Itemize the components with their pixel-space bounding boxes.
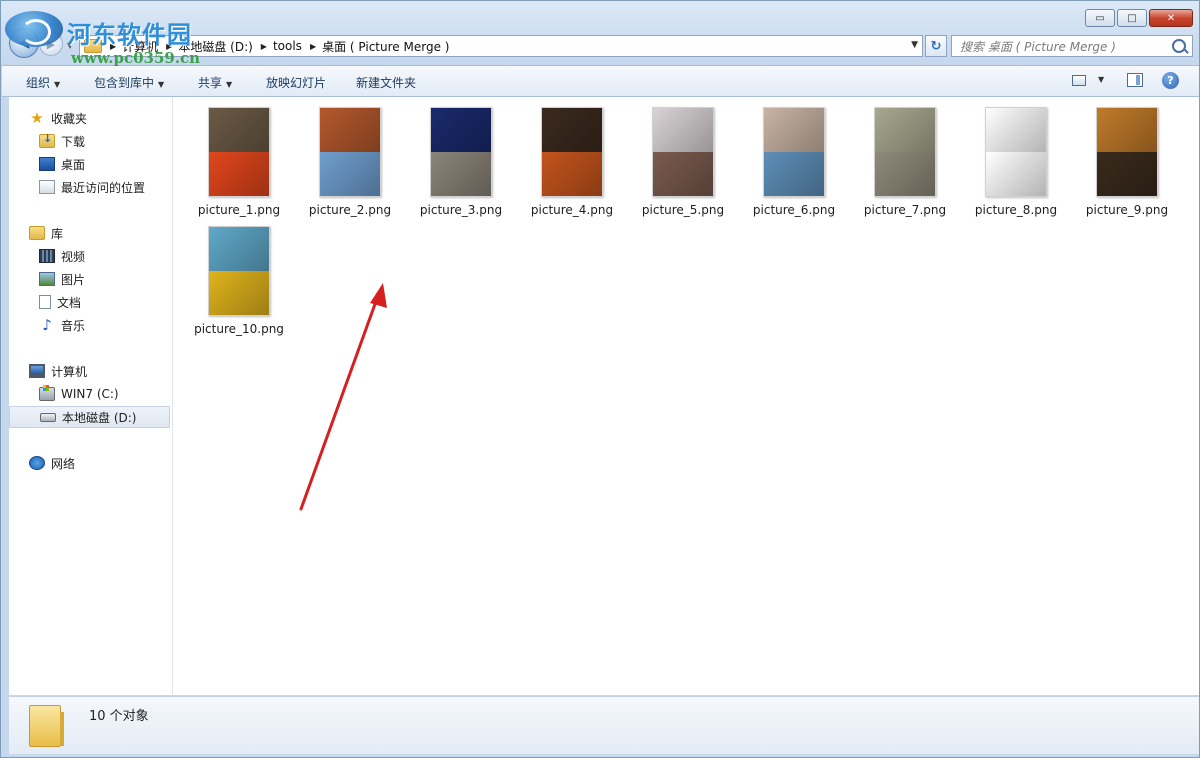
nav-pictures-label: 图片 <box>61 272 86 287</box>
nav-libraries-label: 库 <box>51 226 64 241</box>
computer-icon <box>29 364 45 378</box>
nav-drive-c-label: WIN7 (C:) <box>61 387 119 401</box>
logo-icon <box>5 11 63 47</box>
chevron-down-icon: ▼ <box>54 80 61 89</box>
maximize-button[interactable]: □ <box>1117 9 1147 27</box>
refresh-icon: ↻ <box>930 38 942 54</box>
navigation-pane: ★ 收藏夹 下载 桌面 最近访问的位置 库 视频 图片 文档 ♪ 音乐 计算机 WI… <box>9 97 173 695</box>
nav-desktop-label: 桌面 <box>61 157 86 172</box>
change-view-icon[interactable] <box>1072 75 1086 86</box>
window-controls: ▭ □ ✕ <box>1085 9 1193 27</box>
hard-drive-icon <box>40 412 56 422</box>
nav-desktop[interactable]: 桌面 <box>39 153 85 175</box>
search-input[interactable] <box>958 37 1172 57</box>
library-icon <box>29 226 45 240</box>
watermark-title: 河东软件园 <box>67 20 192 49</box>
refresh-button[interactable]: ↻ <box>925 35 947 57</box>
explorer-window: ▭ □ ✕ ◀ ▶ ▼ ▶ 计算机 ▶ 本地磁盘 (D:) ▶ tools ▶ … <box>0 0 1200 758</box>
music-note-icon: ♪ <box>42 316 52 334</box>
nav-downloads[interactable]: 下载 <box>39 130 85 152</box>
new-folder-button[interactable]: 新建文件夹 <box>356 74 416 91</box>
folder-icon <box>29 705 64 747</box>
recent-places-icon <box>39 180 55 194</box>
nav-recent-label: 最近访问的位置 <box>61 180 146 195</box>
address-dropdown-icon[interactable]: ▼ <box>911 40 918 50</box>
annotation-arrow-icon <box>299 283 387 511</box>
preview-pane-icon[interactable] <box>1127 73 1143 87</box>
breadcrumb-chevron-icon[interactable]: ▶ <box>310 42 316 51</box>
include-library-label: 包含到库中 <box>94 76 155 90</box>
breadcrumb-current-folder[interactable]: 桌面 ( Picture Merge ) <box>322 38 449 55</box>
nav-favorites-label: 收藏夹 <box>51 111 88 126</box>
breadcrumb-tools[interactable]: tools <box>273 39 302 53</box>
share-button[interactable]: 共享 ▼ <box>198 74 232 91</box>
share-label: 共享 <box>198 76 223 90</box>
video-icon <box>39 249 55 263</box>
search-box <box>951 35 1193 57</box>
nav-drive-d[interactable]: 本地磁盘 (D:) <box>9 406 170 428</box>
nav-libraries[interactable]: 库 <box>29 222 63 244</box>
nav-videos-label: 视频 <box>61 249 86 264</box>
network-icon <box>29 456 45 470</box>
minimize-button[interactable]: ▭ <box>1085 9 1115 27</box>
annotation-arrow-head <box>370 283 387 308</box>
details-pane: 10 个对象 <box>9 696 1199 754</box>
breadcrumb-chevron-icon[interactable]: ▶ <box>261 42 267 51</box>
nav-network-label: 网络 <box>51 456 76 471</box>
chevron-down-icon: ▼ <box>226 80 233 89</box>
watermark-url: www.pc0359.cn <box>71 49 201 67</box>
nav-computer-label: 计算机 <box>51 364 88 379</box>
nav-drive-c[interactable]: WIN7 (C:) <box>39 383 119 405</box>
search-icon[interactable] <box>1172 39 1186 53</box>
annotation-arrow-shaft <box>299 291 381 511</box>
nav-documents-label: 文档 <box>57 295 82 310</box>
downloads-folder-icon <box>39 132 55 148</box>
include-in-library-button[interactable]: 包含到库中 ▼ <box>94 74 164 91</box>
nav-computer[interactable]: 计算机 <box>29 360 87 382</box>
organize-button[interactable]: 组织 ▼ <box>26 74 60 91</box>
watermark-logo: 河东软件园 www.pc0359.cn <box>5 11 215 71</box>
desktop-icon <box>39 157 55 171</box>
nav-recent-places[interactable]: 最近访问的位置 <box>39 176 145 198</box>
view-options-dropdown-icon[interactable]: ▼ <box>1098 75 1104 84</box>
item-count: 10 个对象 <box>89 709 149 724</box>
organize-label: 组织 <box>26 76 51 90</box>
system-drive-icon <box>39 385 55 401</box>
nav-favorites[interactable]: ★ 收藏夹 <box>29 107 87 129</box>
nav-pictures[interactable]: 图片 <box>39 268 85 290</box>
file-list: picture_1.png picture_2.png picture_3.png p… <box>173 97 1199 695</box>
help-icon[interactable]: ? <box>1162 72 1179 89</box>
nav-drive-d-label: 本地磁盘 (D:) <box>62 410 137 425</box>
close-button[interactable]: ✕ <box>1149 9 1193 27</box>
slideshow-button[interactable]: 放映幻灯片 <box>266 74 326 91</box>
star-icon: ★ <box>30 109 44 127</box>
pictures-icon <box>39 272 55 286</box>
document-icon <box>39 295 51 309</box>
nav-music-label: 音乐 <box>61 318 86 333</box>
nav-music[interactable]: ♪ 音乐 <box>39 314 85 336</box>
nav-downloads-label: 下载 <box>61 134 86 149</box>
nav-documents[interactable]: 文档 <box>39 291 81 313</box>
chevron-down-icon: ▼ <box>158 80 165 89</box>
nav-videos[interactable]: 视频 <box>39 245 85 267</box>
nav-network[interactable]: 网络 <box>29 452 75 474</box>
